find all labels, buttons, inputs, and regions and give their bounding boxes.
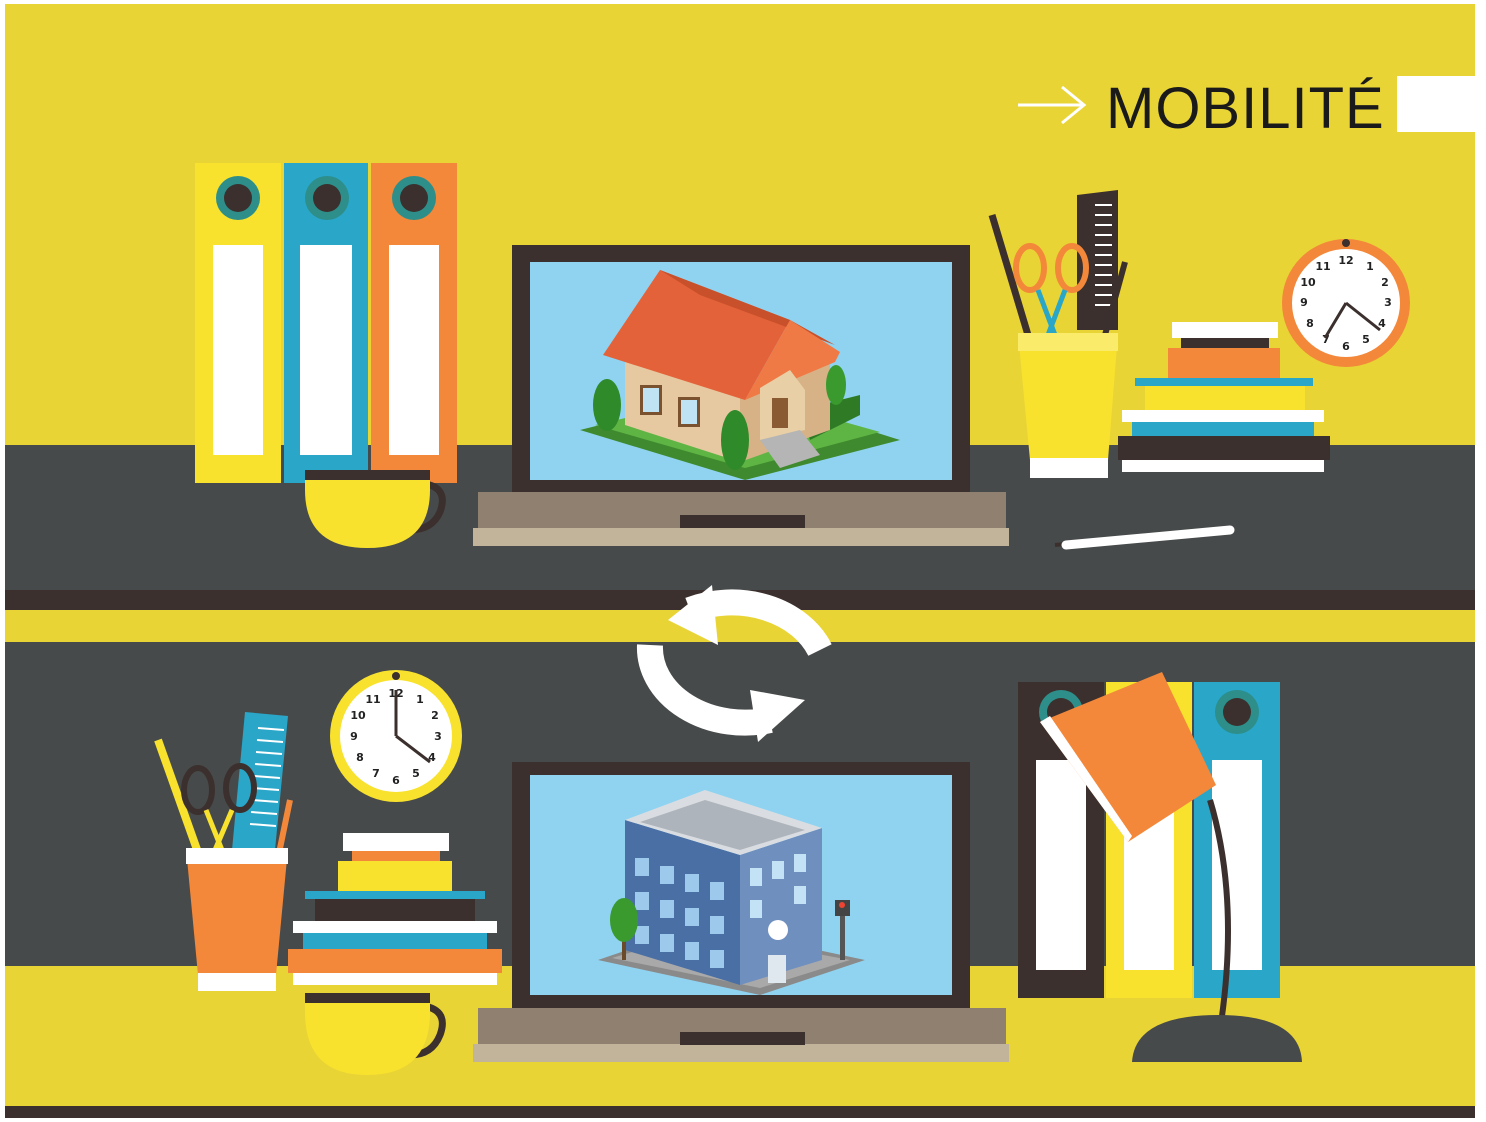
- svg-text:1: 1: [1366, 260, 1374, 273]
- svg-text:6: 6: [392, 774, 400, 787]
- bottom-desk-edge: [5, 1106, 1475, 1118]
- clock-icon: 12 1 2 3 4 5 6 7 8 9 10 11: [1282, 239, 1410, 367]
- svg-text:8: 8: [1306, 317, 1314, 330]
- binder-blue: [1194, 682, 1280, 998]
- binder-orange: [371, 163, 457, 483]
- svg-text:11: 11: [365, 693, 380, 706]
- clock-icon: 12 1 2 3 4 5 6 7 8 9 10 11: [330, 670, 462, 802]
- svg-text:2: 2: [431, 709, 439, 722]
- svg-text:1: 1: [416, 693, 424, 706]
- svg-text:10: 10: [1300, 276, 1316, 289]
- svg-text:8: 8: [356, 751, 364, 764]
- binder-yellow: [195, 163, 281, 483]
- svg-text:7: 7: [372, 767, 380, 780]
- top-binders: [195, 163, 457, 483]
- laptop-top: [473, 245, 1009, 546]
- title-bar: [1397, 76, 1475, 132]
- laptop-bottom: [473, 762, 1009, 1062]
- illustration-scene: MOBILITÉ 12 1 2 3 4 5 6 7 8 9 10 11 1 2 …: [0, 0, 1486, 1122]
- svg-text:5: 5: [1362, 333, 1370, 346]
- svg-text:10: 10: [350, 709, 366, 722]
- svg-text:12: 12: [1338, 254, 1353, 267]
- svg-text:2: 2: [1381, 276, 1389, 289]
- svg-text:5: 5: [412, 767, 420, 780]
- svg-text:3: 3: [434, 730, 442, 743]
- svg-text:6: 6: [1342, 340, 1350, 353]
- svg-text:9: 9: [350, 730, 358, 743]
- binder-blue: [284, 163, 368, 483]
- svg-text:9: 9: [1300, 296, 1308, 309]
- page-title: MOBILITÉ: [1106, 76, 1385, 141]
- svg-text:3: 3: [1384, 296, 1392, 309]
- svg-text:11: 11: [1315, 260, 1330, 273]
